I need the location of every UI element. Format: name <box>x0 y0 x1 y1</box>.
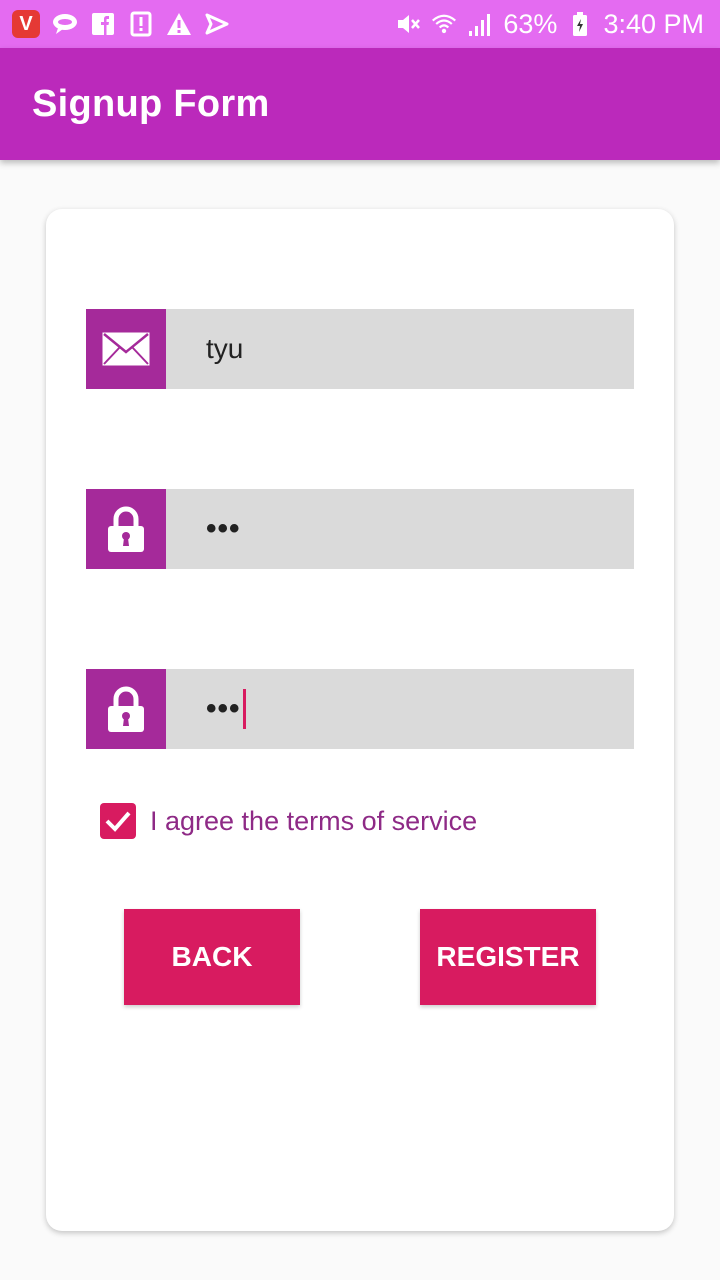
battery-icon <box>567 11 593 37</box>
signal-icon <box>467 11 493 37</box>
terms-row[interactable]: I agree the terms of service <box>100 803 477 839</box>
vivo-icon: V <box>12 10 40 38</box>
text-cursor <box>242 689 246 729</box>
envelope-icon <box>86 309 166 389</box>
confirm-password-row: ••• <box>86 669 634 749</box>
back-button[interactable]: BACK <box>124 909 300 1005</box>
battery-percent: 63% <box>503 8 558 39</box>
email-field[interactable]: tyu <box>166 309 634 389</box>
lock-icon <box>86 669 166 749</box>
wifi-icon <box>431 11 457 37</box>
confirm-password-field[interactable]: ••• <box>166 669 634 749</box>
register-button[interactable]: REGISTER <box>420 909 596 1005</box>
send-icon <box>204 11 230 37</box>
chat-bubble-icon <box>52 11 78 37</box>
email-value: tyu <box>206 333 244 364</box>
facebook-icon <box>90 11 116 37</box>
clock: 3:40 PM <box>603 8 704 39</box>
app-toolbar: Signup Form <box>0 48 720 160</box>
checkmark-icon <box>105 811 131 832</box>
password-field[interactable]: ••• <box>166 489 634 569</box>
signup-card: tyu ••• ••• I agree the terms of service… <box>46 209 674 1231</box>
status-right-icons: 63% 3:40 PM <box>395 9 704 40</box>
terms-checkbox[interactable] <box>100 803 136 839</box>
terms-label: I agree the terms of service <box>150 805 478 836</box>
lock-icon <box>86 489 166 569</box>
status-bar: V 63% 3:40 PM <box>0 0 720 48</box>
confirm-password-value: ••• <box>206 692 241 725</box>
page-title: Signup Form <box>32 82 270 125</box>
status-left-icons: V <box>12 10 230 38</box>
warning-icon <box>166 11 192 37</box>
email-row: tyu <box>86 309 634 389</box>
mute-icon <box>395 11 421 37</box>
notification-icon <box>128 11 154 37</box>
password-row: ••• <box>86 489 634 569</box>
password-value: ••• <box>206 512 241 545</box>
